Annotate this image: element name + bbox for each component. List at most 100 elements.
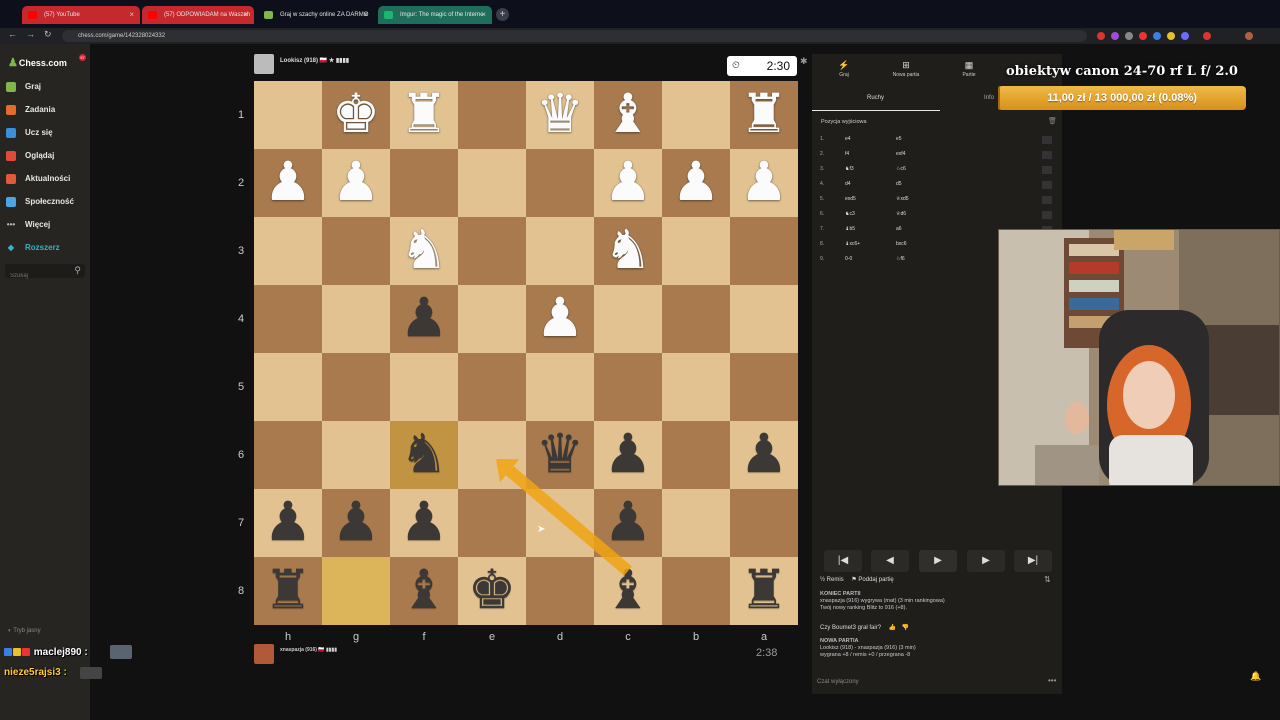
white-move[interactable]: ♝xc6+ bbox=[845, 241, 860, 247]
chess-piece[interactable]: ♟ bbox=[322, 149, 390, 217]
tab-info[interactable]: Info bbox=[984, 95, 994, 101]
white-move[interactable]: ♝b5 bbox=[845, 226, 855, 232]
extension-icon[interactable] bbox=[1203, 32, 1211, 40]
chess-piece[interactable]: ♜ bbox=[390, 81, 458, 149]
black-move[interactable]: bxc6 bbox=[896, 241, 907, 247]
board-square[interactable] bbox=[526, 217, 594, 285]
board-square[interactable] bbox=[594, 285, 662, 353]
gear-icon[interactable]: ✱ bbox=[800, 56, 808, 67]
chess-piece[interactable]: ♟ bbox=[254, 149, 322, 217]
sidebar-item-news[interactable]: Aktualności bbox=[6, 172, 86, 186]
black-move[interactable]: ♘c6 bbox=[896, 166, 906, 172]
board-square[interactable] bbox=[458, 421, 526, 489]
avatar[interactable] bbox=[254, 644, 274, 664]
white-move[interactable]: 0-0 bbox=[845, 256, 852, 262]
black-move[interactable]: d5 bbox=[896, 181, 902, 187]
chess-piece[interactable]: ♞ bbox=[390, 217, 458, 285]
more-options-icon[interactable]: ••• bbox=[1048, 676, 1056, 685]
board-square[interactable] bbox=[730, 217, 798, 285]
board-square[interactable] bbox=[730, 489, 798, 557]
first-move-button[interactable]: |◀ bbox=[824, 550, 862, 572]
thumbs-up-icon[interactable]: 👍 bbox=[889, 625, 896, 631]
chess-piece[interactable]: ♝ bbox=[594, 81, 662, 149]
chess-piece[interactable]: ♚ bbox=[458, 557, 526, 625]
board-square[interactable] bbox=[322, 353, 390, 421]
board-square[interactable] bbox=[322, 421, 390, 489]
resign-button[interactable]: ⚑ Poddaj partię bbox=[851, 576, 893, 583]
next-move-button[interactable]: ▶ bbox=[967, 550, 1005, 572]
close-icon[interactable]: × bbox=[243, 6, 248, 24]
board-square[interactable] bbox=[390, 353, 458, 421]
sidebar-item-community[interactable]: Społeczność bbox=[6, 195, 86, 209]
back-icon[interactable]: ← bbox=[8, 29, 17, 39]
extension-icon[interactable] bbox=[1153, 32, 1161, 40]
chess-piece[interactable]: ♟ bbox=[254, 489, 322, 557]
board-square[interactable] bbox=[322, 557, 390, 625]
chess-piece[interactable]: ♞ bbox=[390, 421, 458, 489]
close-icon[interactable]: × bbox=[481, 6, 486, 24]
browser-tab-youtube[interactable]: (57) YouTube × bbox=[22, 6, 140, 24]
search-icon[interactable]: ⚲ bbox=[74, 265, 81, 276]
close-icon[interactable]: × bbox=[129, 6, 134, 24]
white-move[interactable]: e4 bbox=[845, 136, 851, 142]
board-square[interactable] bbox=[662, 285, 730, 353]
extension-icon[interactable] bbox=[1181, 32, 1189, 40]
chess-piece[interactable]: ♟ bbox=[594, 489, 662, 557]
thumbs-down-icon[interactable]: 👎 bbox=[902, 625, 909, 631]
black-move[interactable]: ♕xd5 bbox=[896, 196, 909, 202]
board-square[interactable] bbox=[322, 217, 390, 285]
chess-piece[interactable]: ♟ bbox=[390, 285, 458, 353]
search-input[interactable] bbox=[5, 269, 67, 283]
board-square[interactable] bbox=[458, 353, 526, 421]
chess-piece[interactable]: ♟ bbox=[594, 149, 662, 217]
profile-avatar[interactable] bbox=[1245, 32, 1253, 40]
flip-board-icon[interactable]: ⇅ bbox=[1044, 575, 1051, 584]
extension-icon[interactable] bbox=[1139, 32, 1147, 40]
white-move[interactable]: f4 bbox=[845, 151, 849, 157]
tab-games[interactable]: ▦ Partie bbox=[939, 60, 999, 78]
chess-board[interactable]: ♚ ♜ ♛ ♝ ♜ ♟ ♟ ♟ ♟ ♟ ♞ ♞ ♟ ♟ ♞ ♛ ♟ ♟ ♟ ♟ ♟ ♟ ♜ ♝ ♚ ♝ ♜ bbox=[254, 81, 798, 625]
board-square[interactable] bbox=[662, 81, 730, 149]
sidebar-item-puzzles[interactable]: Zadania bbox=[6, 103, 86, 117]
chess-piece[interactable]: ♜ bbox=[730, 557, 798, 625]
chess-piece[interactable]: ♟ bbox=[730, 421, 798, 489]
board-square[interactable] bbox=[254, 81, 322, 149]
draw-button[interactable]: ½ Remis bbox=[820, 577, 844, 583]
black-move[interactable]: exf4 bbox=[896, 151, 905, 157]
chess-piece[interactable]: ♟ bbox=[594, 421, 662, 489]
top-player-name[interactable]: Lookisz (918) 🇵🇱 ★ ▮▮▮▮ bbox=[280, 57, 349, 64]
chess-logo[interactable]: ♟Chess.com bbox=[8, 56, 67, 69]
sidebar-item-more[interactable]: ••• Więcej bbox=[6, 218, 86, 232]
bottom-player-name[interactable]: xnaspazja (916) 🇵🇱 ▮▮▮▮ bbox=[280, 647, 337, 653]
black-move[interactable]: ♘f6 bbox=[896, 256, 905, 262]
previous-move-button[interactable]: ◀ bbox=[871, 550, 909, 572]
sidebar-search[interactable]: ⚲ bbox=[5, 264, 85, 283]
play-button[interactable]: ▶ bbox=[919, 550, 957, 572]
chess-piece[interactable]: ♟ bbox=[526, 285, 594, 353]
extension-icon[interactable] bbox=[1097, 32, 1105, 40]
chess-piece[interactable]: ♚ bbox=[322, 81, 390, 149]
white-move[interactable]: ♞c3 bbox=[845, 211, 855, 217]
board-square[interactable] bbox=[390, 149, 458, 217]
board-square[interactable] bbox=[662, 353, 730, 421]
chess-piece[interactable]: ♞ bbox=[594, 217, 662, 285]
browser-tab-imgur[interactable]: Imgur: The magic of the Interne × bbox=[378, 6, 492, 24]
starting-position-label[interactable]: Pozycja wyjściowa bbox=[821, 119, 867, 125]
reload-icon[interactable]: ↻ bbox=[44, 29, 52, 40]
theme-toggle[interactable]: ◐ Tryb jasny bbox=[8, 628, 41, 634]
board-square[interactable] bbox=[662, 421, 730, 489]
black-move[interactable]: e5 bbox=[896, 136, 902, 142]
forward-icon[interactable]: → bbox=[26, 29, 35, 39]
browser-tab-chess[interactable]: Graj w szachy online ZA DARMO × bbox=[258, 6, 374, 24]
board-square[interactable] bbox=[458, 149, 526, 217]
white-move[interactable]: d4 bbox=[845, 181, 851, 187]
chess-piece[interactable]: ♟ bbox=[390, 489, 458, 557]
board-square[interactable] bbox=[594, 353, 662, 421]
chess-piece[interactable]: ♟ bbox=[322, 489, 390, 557]
tab-play[interactable]: ⚡ Graj bbox=[814, 60, 874, 78]
avatar[interactable] bbox=[254, 54, 274, 74]
chess-piece[interactable]: ♜ bbox=[254, 557, 322, 625]
board-square[interactable] bbox=[322, 285, 390, 353]
last-move-button[interactable]: ▶| bbox=[1014, 550, 1052, 572]
extension-icon[interactable] bbox=[1167, 32, 1175, 40]
